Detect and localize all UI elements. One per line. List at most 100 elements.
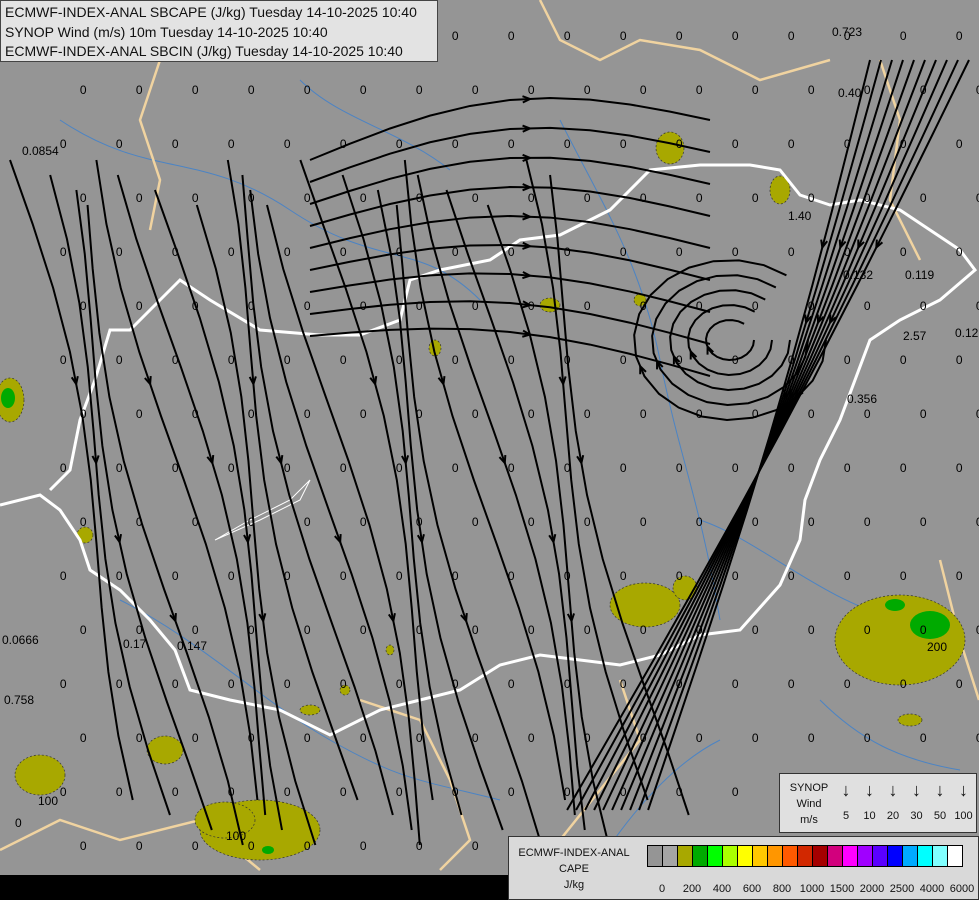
- cin-zero-label: 0: [676, 569, 683, 583]
- cin-zero-label: 0: [340, 245, 347, 259]
- cin-zero-label: 0: [360, 83, 367, 97]
- cin-zero-label: 0: [808, 731, 815, 745]
- cin-zero-label: 0: [284, 785, 291, 799]
- cin-zero-label: 0: [116, 137, 123, 151]
- wind-arrow-down-icon: ↓: [912, 780, 921, 800]
- cin-zero-label: 0: [788, 245, 795, 259]
- cin-zero-label: 0: [620, 785, 627, 799]
- cin-zero-label: 0: [172, 353, 179, 367]
- map-title-legend: ECMWF-INDEX-ANAL SBCAPE (J/kg) Tuesday 1…: [0, 0, 438, 62]
- cin-zero-label: 0: [696, 731, 703, 745]
- synop-legend-title: SYNOP: [789, 782, 829, 794]
- cin-zero-label: 0: [732, 29, 739, 43]
- cin-zero-label: 0: [864, 623, 871, 637]
- cin-zero-label: 0: [564, 785, 571, 799]
- cin-value-label: 1.40: [788, 209, 812, 223]
- cape-color-swatch: [783, 846, 798, 866]
- cape-color-swatch: [948, 846, 962, 866]
- cin-zero-label: 0: [508, 29, 515, 43]
- cin-zero-label: 0: [676, 785, 683, 799]
- cin-zero-label: 0: [340, 569, 347, 583]
- synop-speed-label: 100: [954, 810, 973, 822]
- weather-map[interactable]: 0.7230.08541.400.400.132 0.1192.57 0.120.3…: [0, 0, 979, 900]
- cin-zero-label: 0: [508, 137, 515, 151]
- cin-zero-label: 0: [620, 245, 627, 259]
- cin-zero-label: 0: [340, 353, 347, 367]
- synop-legend-subtitle: Wind: [796, 798, 822, 810]
- cape-color-swatch: [693, 846, 708, 866]
- cin-zero-label: 0: [248, 407, 255, 421]
- cin-zero-label: 0: [900, 461, 907, 475]
- cin-value-label: 0.147: [177, 639, 207, 653]
- cin-zero-label: 0: [844, 461, 851, 475]
- cin-zero-label: 0: [248, 299, 255, 313]
- cin-zero-label: 0: [472, 299, 479, 313]
- cin-zero-label: 0: [472, 839, 479, 853]
- cin-zero-label: 0: [752, 623, 759, 637]
- cin-value-label: 0.40: [838, 86, 862, 100]
- cin-zero-label: 0: [920, 515, 927, 529]
- cin-zero-label: 0: [248, 839, 255, 853]
- cin-zero-label: 0: [752, 83, 759, 97]
- cin-zero-label: 0: [508, 785, 515, 799]
- cin-value-label: 100: [226, 829, 246, 843]
- cin-zero-label: 0: [844, 353, 851, 367]
- cin-zero-label: 0: [676, 29, 683, 43]
- cin-zero-label: 0: [956, 353, 963, 367]
- cin-zero-label: 0: [228, 677, 235, 691]
- cin-value-label: 2.57: [903, 329, 927, 343]
- cin-value-label: 100: [38, 794, 58, 808]
- cin-zero-label: 0: [396, 137, 403, 151]
- cin-zero-label: 0: [80, 839, 87, 853]
- cin-zero-label: 0: [416, 299, 423, 313]
- cin-zero-label: 0: [732, 245, 739, 259]
- cin-zero-label: 0: [416, 191, 423, 205]
- cape-tick-label: 600: [742, 883, 762, 895]
- cin-zero-label: 0: [864, 407, 871, 421]
- cin-zero-label: 0: [452, 785, 459, 799]
- cin-value-label: 0.356: [847, 392, 877, 406]
- cin-zero-label: 0: [920, 731, 927, 745]
- cin-zero-label: 0: [452, 29, 459, 43]
- cape-color-swatch: [918, 846, 933, 866]
- cin-zero-label: 0: [340, 137, 347, 151]
- cin-value-label: 0: [15, 816, 22, 830]
- cin-zero-label: 0: [248, 731, 255, 745]
- cin-zero-label: 0: [900, 677, 907, 691]
- cin-zero-label: 0: [472, 515, 479, 529]
- cin-zero-label: 0: [620, 353, 627, 367]
- cin-zero-label: 0: [920, 299, 927, 313]
- cin-zero-label: 0: [956, 677, 963, 691]
- cin-zero-label: 0: [788, 569, 795, 583]
- cin-zero-label: 0: [360, 623, 367, 637]
- cin-zero-label: 0: [304, 515, 311, 529]
- synop-legend-unit: m/s: [800, 814, 818, 826]
- cin-zero-label: 0: [136, 407, 143, 421]
- cin-zero-label: 0: [452, 353, 459, 367]
- cape-legend-subtitle: CAPE: [559, 863, 589, 875]
- cin-zero-label: 0: [900, 569, 907, 583]
- cin-zero-label: 0: [396, 677, 403, 691]
- cin-value-label: 0.0854: [22, 144, 59, 158]
- cin-zero-label: 0: [844, 569, 851, 583]
- synop-wind-legend: SYNOP Wind m/s ↓ 5 ↓ 10 ↓ 20 ↓ 30 ↓ 50 ↓ 100: [779, 773, 977, 833]
- cape-area: [539, 297, 561, 313]
- cin-zero-label: 0: [80, 83, 87, 97]
- cin-zero-label: 0: [564, 353, 571, 367]
- cin-zero-label: 0: [564, 137, 571, 151]
- cin-zero-label: 0: [956, 29, 963, 43]
- cape-area-high: [1, 388, 15, 408]
- cape-color-swatch: [723, 846, 738, 866]
- cape-area-high: [262, 846, 274, 854]
- cape-area: [897, 713, 923, 727]
- cin-zero-label: 0: [80, 623, 87, 637]
- cin-zero-label: 0: [900, 353, 907, 367]
- cin-zero-label: 0: [864, 191, 871, 205]
- cape-tick-label: 800: [772, 883, 792, 895]
- cin-zero-label: 0: [676, 245, 683, 259]
- cin-value-label: 200: [927, 640, 947, 654]
- cin-zero-label: 0: [528, 623, 535, 637]
- cape-area: [146, 735, 184, 765]
- cin-zero-label: 0: [584, 731, 591, 745]
- cin-zero-label: 0: [360, 407, 367, 421]
